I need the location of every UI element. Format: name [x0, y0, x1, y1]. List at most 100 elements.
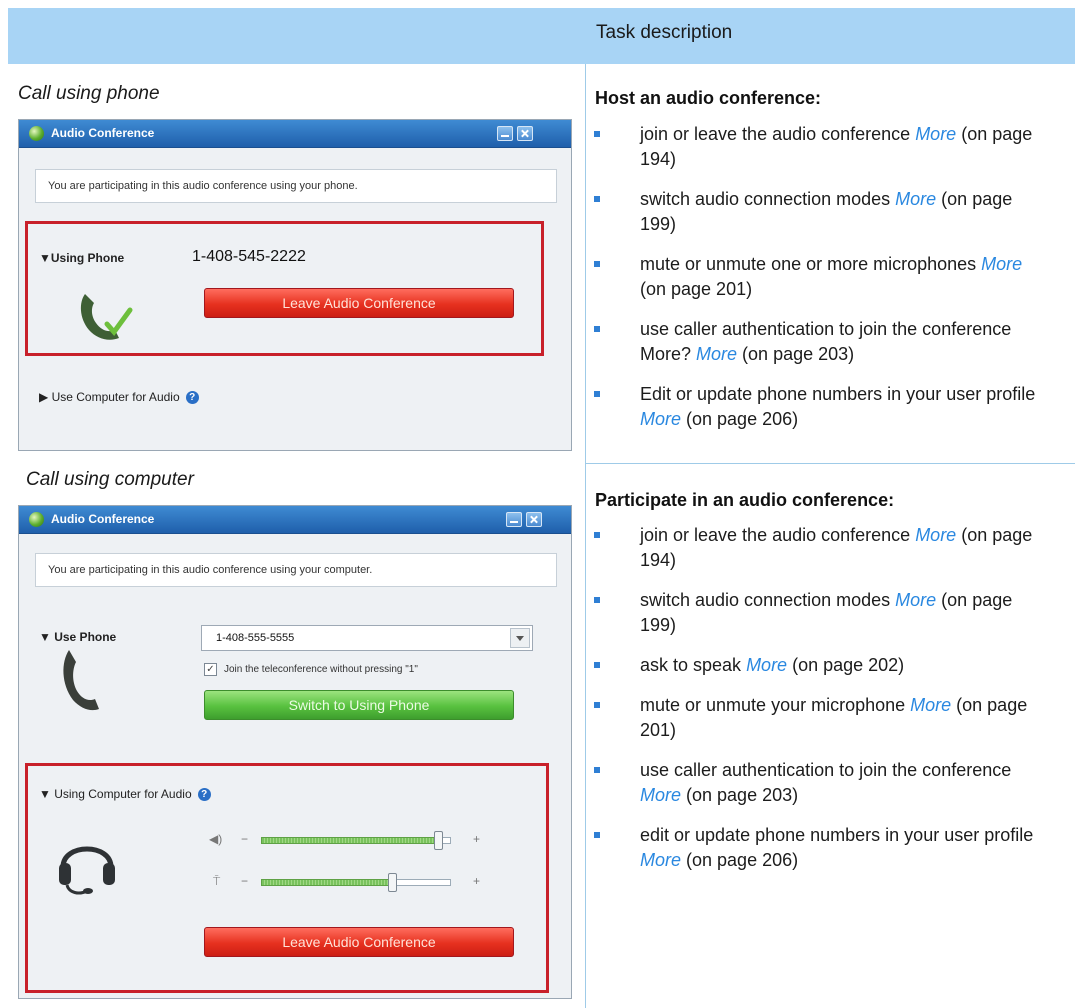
more-link[interactable]: More [981, 254, 1022, 274]
chevron-down-icon[interactable] [510, 628, 530, 648]
checkbox-label: Join the teleconference without pressing… [224, 664, 418, 675]
slider-fill [261, 837, 438, 844]
leave-audio-conference-button[interactable]: Leave Audio Conference [204, 288, 514, 318]
page-reference: (on page 206) [681, 409, 799, 429]
bullet-icon [594, 832, 600, 838]
using-computer-label: ▼ Using Computer for Audio [39, 787, 192, 801]
bullet-icon [594, 702, 600, 708]
more-link[interactable]: More [746, 655, 787, 675]
bullet-icon [594, 662, 600, 668]
host-section-heading: Host an audio conference: [595, 88, 822, 108]
task-text: mute or unmute one or more microphones [640, 254, 982, 274]
more-link[interactable]: More [640, 850, 681, 870]
task-item: switch audio connection modes More (on p… [594, 588, 1044, 638]
more-link[interactable]: More [640, 785, 681, 805]
headset-icon [59, 846, 115, 895]
task-text: switch audio connection modes [640, 590, 896, 610]
more-link[interactable]: More [915, 124, 956, 144]
task-item: edit or update phone numbers in your use… [594, 823, 1044, 873]
task-text: switch audio connection modes [640, 189, 896, 209]
more-link[interactable]: More [696, 344, 737, 364]
task-item: use caller authentication to join the co… [594, 758, 1044, 808]
task-item: mute or unmute one or more microphones M… [594, 252, 1044, 302]
page-reference: (on page 203) [681, 785, 799, 805]
more-link[interactable]: More [915, 525, 956, 545]
caption-call-using-phone: Call using phone [18, 83, 160, 104]
globe-icon [29, 126, 44, 141]
task-item: mute or unmute your microphone More (on … [594, 693, 1044, 743]
window-titlebar: Audio Conference [19, 120, 571, 148]
slider-thumb[interactable] [434, 831, 443, 850]
help-icon[interactable]: ? [185, 391, 199, 405]
phone-number-dropdown[interactable]: 1-408-555-5555 [201, 625, 533, 651]
speaker-volume-slider[interactable]: ◀) − + [209, 831, 489, 850]
use-phone-label[interactable]: ▼ Use Phone [39, 630, 116, 644]
minimize-icon[interactable] [506, 512, 522, 527]
task-item: ask to speak More (on page 202) [594, 653, 1044, 678]
page-reference: (on page 201) [640, 279, 753, 299]
status-message: You are participating in this audio conf… [35, 553, 557, 587]
header-task-description: Task description [596, 22, 733, 43]
phone-handset-icon [80, 294, 133, 340]
phone-handset-icon [63, 650, 99, 711]
phone-number-value: 1-408-555-5555 [216, 632, 295, 644]
help-icon[interactable]: ? [197, 788, 211, 802]
join-without-pressing-checkbox[interactable]: ✓ [204, 663, 217, 676]
close-icon[interactable] [517, 126, 533, 141]
bullet-icon [594, 261, 600, 267]
bullet-icon [594, 597, 600, 603]
bullet-icon [594, 326, 600, 332]
task-item: Edit or update phone numbers in your use… [594, 382, 1044, 432]
page-reference: (on page 203) [737, 344, 855, 364]
microphone-volume-slider[interactable]: ⍑ − + [209, 873, 489, 892]
row-divider [586, 463, 1075, 464]
switch-to-using-phone-button[interactable]: Switch to Using Phone [204, 690, 514, 720]
slider-thumb[interactable] [388, 873, 397, 892]
slider-fill [261, 879, 392, 886]
use-computer-label: ▶ Use Computer for Audio [39, 390, 180, 404]
using-computer-for-audio-toggle[interactable]: ▼ Using Computer for Audio? [39, 787, 211, 802]
task-text: Edit or update phone numbers in your use… [640, 384, 1036, 404]
leave-audio-conference-button[interactable]: Leave Audio Conference [204, 927, 514, 957]
close-icon[interactable] [526, 512, 542, 527]
task-text: join or leave the audio conference [640, 124, 916, 144]
audio-conference-window-computer: Audio Conference You are participating i… [18, 505, 572, 999]
window-titlebar: Audio Conference [19, 506, 571, 534]
more-link[interactable]: More [895, 189, 936, 209]
speaker-icon: ◀) [209, 832, 223, 846]
use-computer-for-audio-toggle[interactable]: ▶ Use Computer for Audio? [39, 390, 199, 405]
host-task-list: join or leave the audio conference More … [594, 122, 1044, 447]
window-title: Audio Conference [51, 512, 155, 526]
task-text: mute or unmute your microphone [640, 695, 911, 715]
participate-task-list: join or leave the audio conference More … [594, 523, 1044, 888]
task-item: use caller authentication to join the co… [594, 317, 1044, 367]
more-link[interactable]: More [895, 590, 936, 610]
more-link[interactable]: More [640, 409, 681, 429]
minimize-icon[interactable] [497, 126, 513, 141]
task-text: ask to speak [640, 655, 747, 675]
microphone-icon: ⍑ [213, 874, 221, 888]
bullet-icon [594, 131, 600, 137]
bullet-icon [594, 532, 600, 538]
task-item: join or leave the audio conference More … [594, 122, 1044, 172]
task-item: switch audio connection modes More (on p… [594, 187, 1044, 237]
participate-section-heading: Participate in an audio conference: [595, 490, 895, 510]
more-link[interactable]: More [910, 695, 951, 715]
page-reference: (on page 202) [787, 655, 905, 675]
table-header-bar [8, 8, 1075, 64]
minus-icon: − [241, 874, 249, 888]
caption-call-using-computer: Call using computer [26, 469, 194, 490]
task-text: edit or update phone numbers in your use… [640, 825, 1034, 845]
column-divider [585, 64, 586, 1008]
bullet-icon [594, 196, 600, 202]
window-title: Audio Conference [51, 126, 155, 140]
task-text: join or leave the audio conference [640, 525, 916, 545]
task-text: use caller authentication to join the co… [640, 760, 1012, 780]
task-item: join or leave the audio conference More … [594, 523, 1044, 573]
status-message: You are participating in this audio conf… [35, 169, 557, 203]
bullet-icon [594, 767, 600, 773]
plus-icon: + [473, 832, 481, 846]
audio-conference-window-phone: Audio Conference You are participating i… [18, 119, 572, 451]
using-phone-label[interactable]: ▼Using Phone [39, 251, 124, 265]
page-reference: (on page 206) [681, 850, 799, 870]
